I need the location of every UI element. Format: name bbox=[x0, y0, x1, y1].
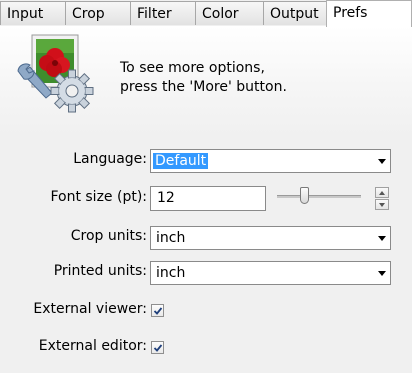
printed-units-select[interactable]: inch bbox=[150, 261, 391, 285]
font-size-value: 12 bbox=[157, 190, 175, 206]
tab-output-label: Output bbox=[270, 6, 319, 22]
tab-filter[interactable]: Filter bbox=[130, 1, 196, 25]
crop-units-label: Crop units: bbox=[70, 228, 147, 244]
external-editor-checkbox[interactable] bbox=[151, 341, 164, 354]
tab-input[interactable]: Input bbox=[0, 1, 66, 25]
more-options-hint: To see more options, press the 'More' bu… bbox=[120, 59, 287, 97]
external-editor-label: External editor: bbox=[38, 338, 147, 354]
font-size-label: Font size (pt): bbox=[50, 189, 147, 205]
crop-units-select[interactable]: inch bbox=[150, 226, 391, 250]
chevron-down-icon bbox=[378, 159, 386, 164]
chevron-down-icon bbox=[378, 271, 386, 276]
language-select[interactable]: Default bbox=[150, 149, 391, 173]
hint-line-2: press the 'More' button. bbox=[120, 79, 287, 95]
font-size-slider-thumb[interactable] bbox=[300, 187, 309, 204]
tab-filter-label: Filter bbox=[137, 6, 172, 22]
tab-prefs[interactable]: Prefs bbox=[326, 0, 412, 27]
tab-color-label: Color bbox=[202, 6, 239, 22]
photo-wrench-gear-icon bbox=[17, 34, 94, 113]
tab-crop-label: Crop bbox=[72, 6, 105, 22]
font-size-input[interactable]: 12 bbox=[150, 186, 266, 211]
font-size-spin-up[interactable] bbox=[375, 187, 389, 198]
external-viewer-label: External viewer: bbox=[33, 301, 147, 317]
printed-units-label: Printed units: bbox=[53, 263, 147, 279]
spin-down-icon bbox=[379, 203, 385, 207]
tab-output[interactable]: Output bbox=[263, 1, 327, 25]
chevron-down-icon bbox=[378, 236, 386, 241]
language-value: Default bbox=[153, 153, 209, 169]
external-viewer-checkbox[interactable] bbox=[151, 304, 164, 317]
checkmark-icon bbox=[153, 307, 163, 315]
hint-line-1: To see more options, bbox=[120, 60, 265, 76]
font-size-slider-track[interactable] bbox=[277, 195, 361, 198]
tab-prefs-label: Prefs bbox=[333, 5, 368, 21]
language-label: Language: bbox=[73, 151, 147, 167]
spin-up-icon bbox=[379, 191, 385, 195]
font-size-spin-down[interactable] bbox=[375, 199, 389, 210]
tab-color[interactable]: Color bbox=[195, 1, 264, 25]
printed-units-value: inch bbox=[156, 265, 186, 281]
checkmark-icon bbox=[153, 344, 163, 352]
tab-crop[interactable]: Crop bbox=[65, 1, 131, 25]
tab-input-label: Input bbox=[7, 6, 44, 22]
tab-bar: Input Crop Filter Color Output Prefs bbox=[0, 0, 412, 27]
crop-units-value: inch bbox=[156, 230, 186, 246]
